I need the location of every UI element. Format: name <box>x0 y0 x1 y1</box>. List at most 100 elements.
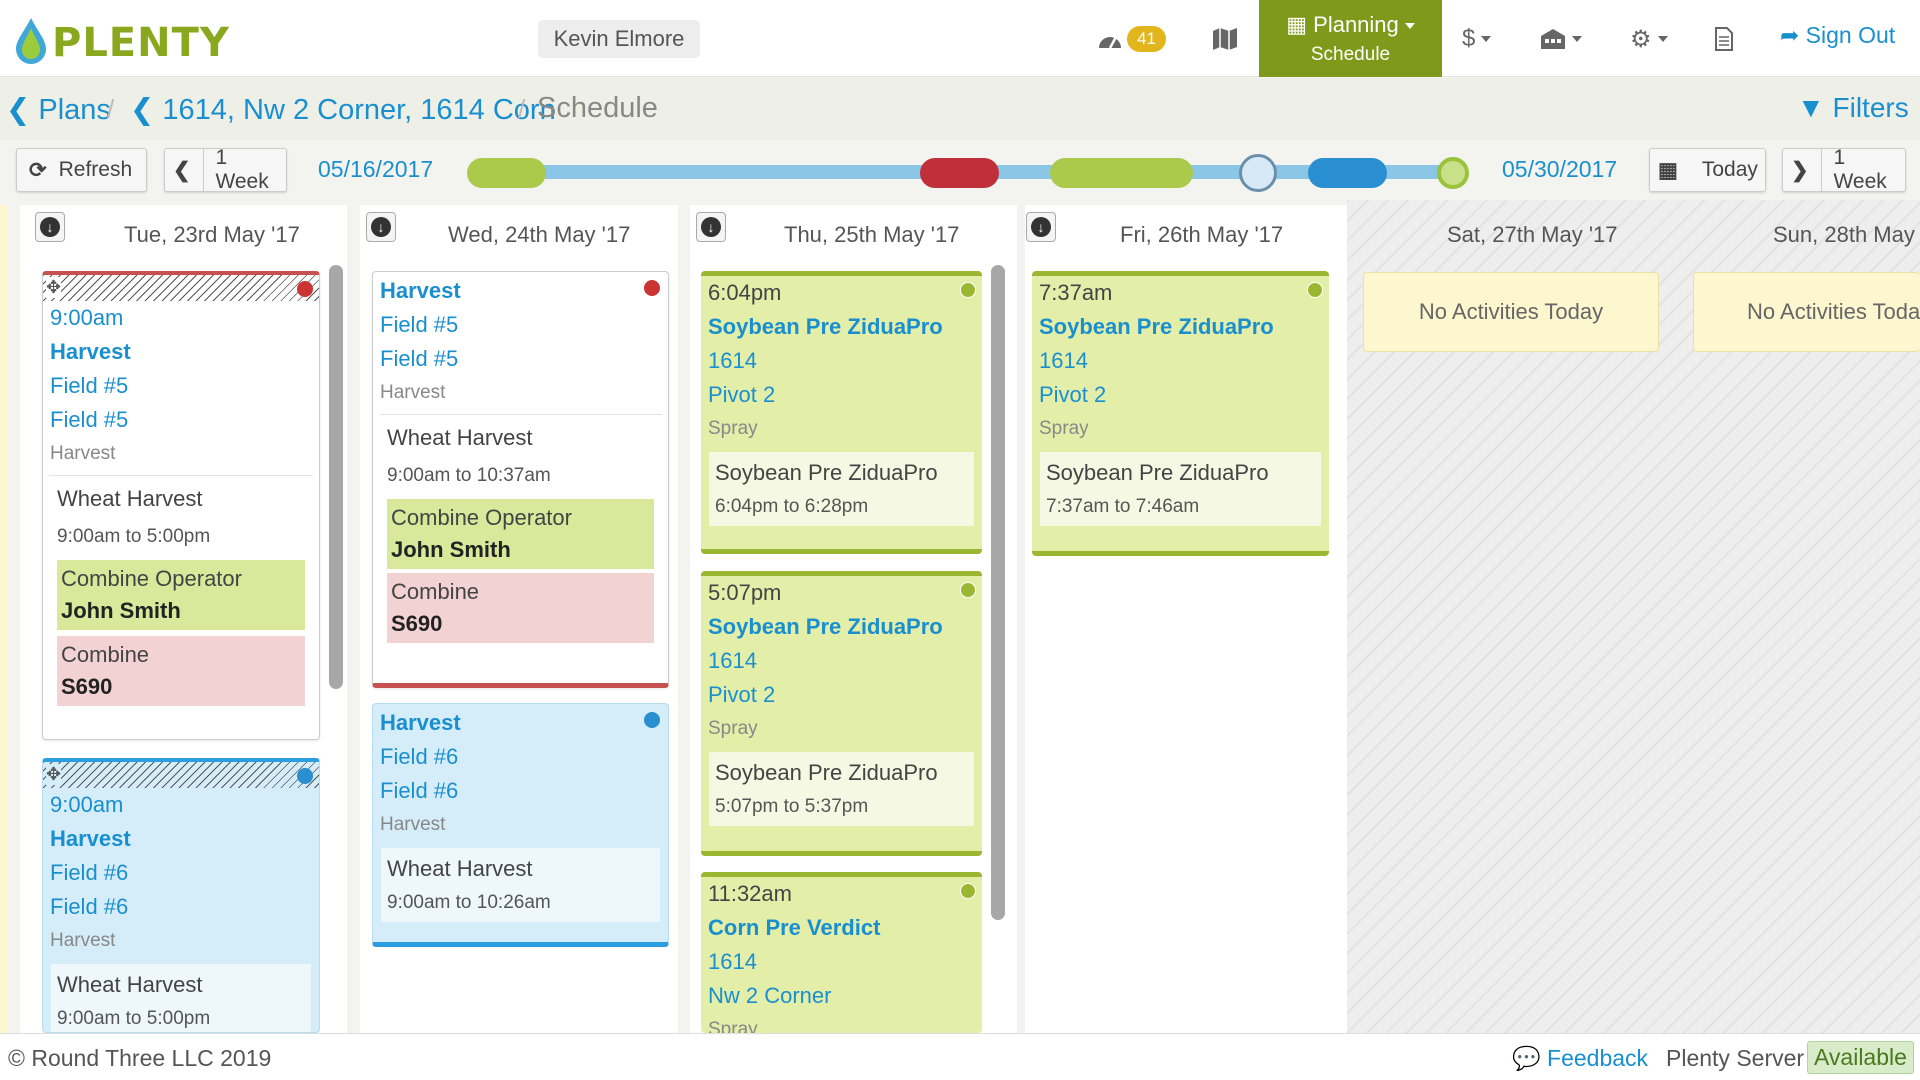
scrollbar[interactable] <box>991 265 1005 920</box>
activity-card[interactable]: 11:32am Corn Pre Verdict 1614 Nw 2 Corne… <box>701 872 982 1033</box>
calendar-check-icon: ▦ <box>1658 158 1678 182</box>
drag-handle[interactable]: ✥ <box>43 762 319 788</box>
breadcrumb-plans-link[interactable]: ❮ Plans <box>6 92 111 127</box>
dashboard-alerts-button[interactable]: 41 <box>1097 22 1166 56</box>
activity-type: Spray <box>1039 418 1089 439</box>
map-button[interactable] <box>1212 22 1238 56</box>
task-time: 9:00am to 5:00pm <box>57 526 211 547</box>
field-link[interactable]: Field #6 <box>43 890 319 924</box>
activity-title[interactable]: Harvest <box>373 706 668 740</box>
equipment-name: S690 <box>391 611 443 636</box>
field-link[interactable]: Field #6 <box>43 856 319 890</box>
breadcrumb-plan-link[interactable]: ❮ 1614, Nw 2 Corner, 1614 Corn <box>130 92 556 127</box>
equipment-role: Combine <box>391 579 480 604</box>
activity-title[interactable]: Soybean Pre ZiduaPro <box>1032 310 1329 344</box>
day-download-button[interactable]: ↓ <box>35 212 65 242</box>
feedback-label: Feedback <box>1547 1045 1649 1071</box>
planning-label: Planning <box>1313 12 1399 37</box>
field-link[interactable]: Field #5 <box>43 403 319 437</box>
activity-title[interactable]: Corn Pre Verdict <box>701 911 982 945</box>
calendar-icon: ▦ <box>1286 12 1308 37</box>
scrollbar[interactable] <box>329 265 343 689</box>
filters-button[interactable]: ▼ Filters <box>1797 92 1909 124</box>
user-name-pill[interactable]: Kevin Elmore <box>538 20 700 58</box>
activity-card[interactable]: Harvest Field #6 Field #6 Harvest Wheat … <box>372 703 669 947</box>
activity-title[interactable]: Harvest <box>373 274 668 308</box>
finance-menu[interactable]: $ <box>1462 22 1492 56</box>
day-download-button[interactable]: ↓ <box>696 212 726 242</box>
comment-icon: 💬 <box>1512 1045 1541 1071</box>
copyright: © Round Three LLC 2019 <box>8 1045 272 1071</box>
activity-title[interactable]: Harvest <box>43 822 319 856</box>
sign-out-link[interactable]: ➦ Sign Out <box>1780 22 1895 49</box>
drag-handle[interactable]: ✥ <box>43 275 319 301</box>
logo-text: PLENTY <box>52 20 230 66</box>
field-link[interactable]: Pivot 2 <box>701 378 982 412</box>
activity-type: Harvest <box>380 814 446 835</box>
field-link[interactable]: 1614 <box>701 644 982 678</box>
server-status-badge: Available <box>1807 1041 1914 1074</box>
timeline-activity-planned[interactable] <box>1308 158 1387 188</box>
arrow-down-icon: ↓ <box>1031 217 1051 237</box>
plenty-logo[interactable]: PLENTY <box>12 14 230 66</box>
alerts-count-badge: 41 <box>1127 26 1166 52</box>
field-link[interactable]: 1614 <box>701 945 982 979</box>
activity-type: Spray <box>708 1019 758 1033</box>
prev-week-button[interactable]: ❮ 1 Week <box>164 146 287 193</box>
timeline-activity-spray[interactable] <box>1050 158 1193 188</box>
no-activities-notice: No Activities Today <box>1363 272 1659 352</box>
activity-time: 6:04pm <box>708 280 782 305</box>
field-link[interactable]: Field #5 <box>373 308 668 342</box>
equipment-assignment[interactable]: Combine S690 <box>57 636 305 706</box>
activity-card[interactable]: 7:37am Soybean Pre ZiduaPro 1614 Pivot 2… <box>1032 271 1329 556</box>
activity-card[interactable]: 6:04pm Soybean Pre ZiduaPro 1614 Pivot 2… <box>701 271 982 554</box>
chevron-down-icon <box>1404 23 1415 30</box>
reports-button[interactable] <box>1714 22 1734 56</box>
activity-card[interactable]: 5:07pm Soybean Pre ZiduaPro 1614 Pivot 2… <box>701 571 982 856</box>
activity-title[interactable]: Soybean Pre ZiduaPro <box>701 310 982 344</box>
breadcrumb-plans-label: Plans <box>38 94 111 126</box>
field-link[interactable]: Pivot 2 <box>1032 378 1329 412</box>
activity-card[interactable]: Harvest Field #5 Field #5 Harvest Wheat … <box>372 271 669 688</box>
day-download-button[interactable]: ↓ <box>366 212 396 242</box>
activity-card[interactable]: ✥ 9:00am Harvest Field #6 Field #6 Harve… <box>42 758 320 1033</box>
activity-title[interactable]: Harvest <box>43 335 319 369</box>
timeline-activity-alert[interactable] <box>920 158 999 188</box>
equipment-assignment[interactable]: Combine S690 <box>387 573 654 643</box>
activity-time: 11:32am <box>708 881 792 906</box>
status-dot <box>644 280 660 296</box>
field-link[interactable]: Field #6 <box>373 774 668 808</box>
arrow-down-icon: ↓ <box>40 217 60 237</box>
planning-schedule-menu[interactable]: ▦ Planning Schedule <box>1259 0 1442 77</box>
activity-title[interactable]: Soybean Pre ZiduaPro <box>701 610 982 644</box>
day-download-button[interactable]: ↓ <box>1026 212 1056 242</box>
field-link[interactable]: 1614 <box>1032 344 1329 378</box>
move-icon: ✥ <box>46 277 62 298</box>
activity-time: 7:37am <box>1039 280 1113 305</box>
field-link[interactable]: Nw 2 Corner <box>701 979 982 1013</box>
gear-icon: ⚙ <box>1630 25 1652 53</box>
farm-menu[interactable] <box>1540 22 1582 56</box>
next-week-button[interactable]: ❯ 1 Week <box>1782 146 1906 193</box>
field-link[interactable]: Field #5 <box>373 342 668 376</box>
operator-assignment[interactable]: Combine Operator John Smith <box>387 499 654 569</box>
field-link[interactable]: Field #5 <box>43 369 319 403</box>
field-link[interactable]: Field #6 <box>373 740 668 774</box>
field-link[interactable]: Pivot 2 <box>701 678 982 712</box>
today-button[interactable]: ▦ Today <box>1649 148 1766 192</box>
day-header: Wed, 24th May '17 <box>448 222 631 247</box>
timeline-current-marker[interactable] <box>1239 154 1277 192</box>
timeline-start-date[interactable]: 05/16/2017 <box>318 156 433 183</box>
timeline-end-date[interactable]: 05/30/2017 <box>1502 156 1617 183</box>
dashboard-gauge-icon <box>1099 36 1121 49</box>
feedback-link[interactable]: 💬 Feedback <box>1512 1045 1648 1072</box>
timeline-end-marker[interactable] <box>1437 157 1469 189</box>
operator-assignment[interactable]: Combine Operator John Smith <box>57 560 305 630</box>
refresh-button[interactable]: ⟳ Refresh <box>16 148 147 192</box>
activity-card[interactable]: ✥ 9:00am Harvest Field #5 Field #5 Harve… <box>42 271 320 740</box>
task-title: Wheat Harvest <box>387 425 533 450</box>
timeline-activity-harvest[interactable] <box>467 158 546 188</box>
field-link[interactable]: 1614 <box>701 344 982 378</box>
settings-menu[interactable]: ⚙ <box>1630 22 1668 56</box>
prev-day-column-edge <box>0 205 8 1033</box>
